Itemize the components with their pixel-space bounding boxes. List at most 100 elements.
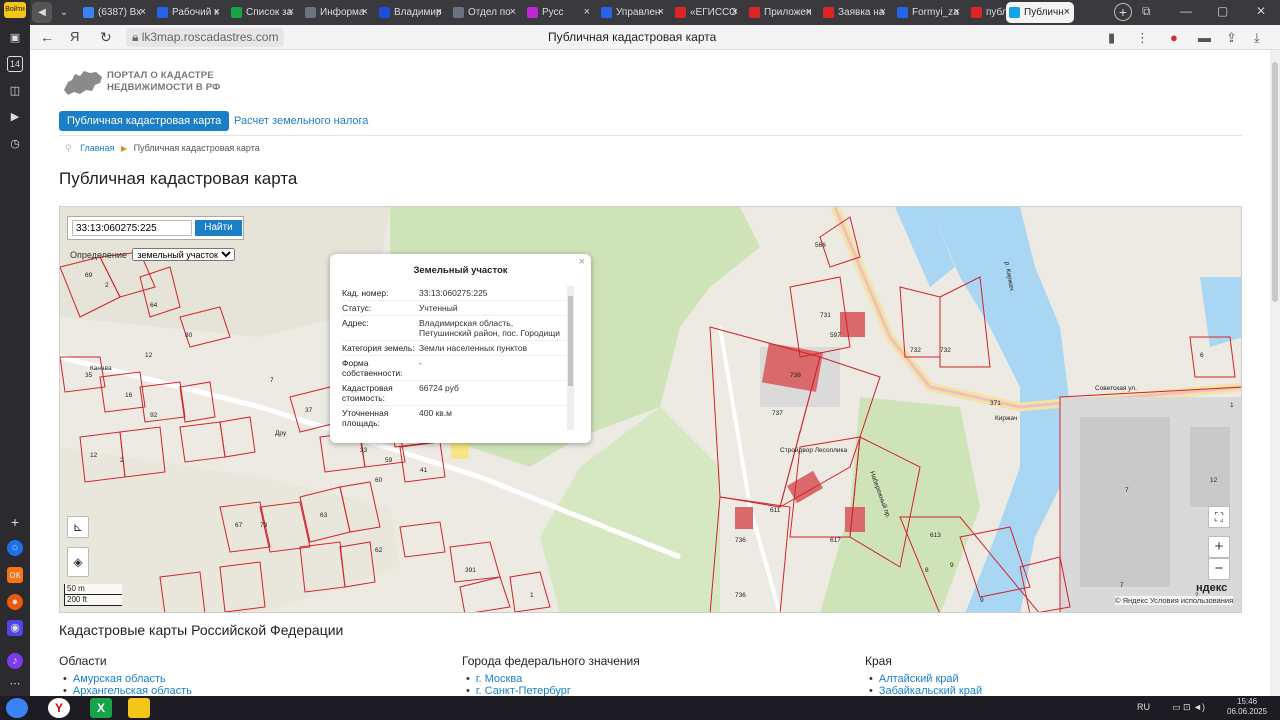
- tab-label: Formyi_za: [912, 7, 959, 18]
- menu-dots-icon[interactable]: ⋮: [1136, 30, 1149, 46]
- tab-7[interactable]: Управлен ×: [598, 2, 668, 23]
- music-icon[interactable]: ♪: [7, 653, 23, 669]
- close-tab-icon[interactable]: ×: [732, 2, 738, 23]
- layers-icon[interactable]: ◈: [67, 547, 89, 577]
- tab-8[interactable]: «ЕГИССО ×: [672, 2, 742, 23]
- alice-icon[interactable]: ○: [7, 540, 23, 556]
- calendar-icon[interactable]: 14: [7, 56, 23, 72]
- parcel-popup: Земельный участок × Кад. номер: 33:13:060…: [330, 254, 591, 443]
- definition-select[interactable]: земельный участок: [132, 248, 236, 261]
- extension-icon[interactable]: ●: [1170, 30, 1178, 45]
- close-tab-icon[interactable]: ×: [362, 2, 368, 23]
- close-tab-icon[interactable]: ×: [214, 2, 220, 23]
- firefox-icon[interactable]: ●: [7, 594, 23, 610]
- map-canvas[interactable]: 692 6480 1235 1692 122 737 3359 4160 67 7…: [60, 207, 1242, 613]
- page-scrollbar[interactable]: [1270, 50, 1280, 696]
- lang-indicator[interactable]: RU: [1137, 702, 1150, 712]
- close-tab-icon[interactable]: ×: [510, 2, 516, 23]
- address-bar: ← Я ↻ 🔒︎ lk3map.roscadastres.com Публичн…: [30, 25, 1280, 50]
- downloads-icon[interactable]: ▬: [1198, 30, 1211, 45]
- yandex-icon[interactable]: Я: [70, 29, 79, 44]
- tab-2[interactable]: Список за ×: [228, 2, 298, 23]
- list-item[interactable]: Забайкальский край: [869, 685, 982, 696]
- close-tab-icon[interactable]: ×: [288, 2, 294, 23]
- tab-9[interactable]: Приложен ×: [746, 2, 816, 23]
- ok-icon[interactable]: ок: [7, 567, 23, 583]
- tab-11[interactable]: Formyi_za ×: [894, 2, 964, 23]
- close-tab-icon[interactable]: ×: [1064, 2, 1070, 23]
- popup-close-icon[interactable]: ×: [579, 256, 585, 268]
- tab-10[interactable]: Заявка на ×: [820, 2, 890, 23]
- zoom-in-button[interactable]: +: [1208, 536, 1230, 558]
- share-icon[interactable]: ⇪: [1226, 30, 1237, 46]
- tray-icons[interactable]: ▭ ⊡ ◄): [1172, 702, 1205, 713]
- tab-6[interactable]: Русс ×: [524, 2, 594, 23]
- list-item[interactable]: г. Санкт-Петербург: [466, 685, 571, 696]
- tab-active[interactable]: Публичн ×: [1006, 2, 1074, 23]
- cadastral-number-input[interactable]: [72, 220, 192, 236]
- list-item[interactable]: Амурская область: [63, 673, 166, 685]
- pin-icon[interactable]: ⧉: [1142, 4, 1151, 19]
- svg-text:732: 732: [940, 347, 951, 354]
- download-icon[interactable]: ⤓: [1254, 30, 1260, 46]
- tab-list-icon[interactable]: ⌄: [56, 2, 72, 23]
- screenshot-icon[interactable]: ◫: [7, 83, 23, 99]
- close-tab-icon[interactable]: ×: [140, 2, 146, 23]
- nav-cadastral-map[interactable]: Публичная кадастровая карта: [59, 111, 230, 131]
- fullscreen-icon[interactable]: ⛶: [1208, 506, 1230, 528]
- zoom-out-button[interactable]: −: [1208, 558, 1230, 580]
- popup-scrollbar[interactable]: [567, 286, 574, 430]
- new-tab-button[interactable]: +: [1114, 3, 1132, 21]
- sound-tab-icon[interactable]: ◀: [32, 2, 52, 23]
- messenger-icon[interactable]: ◉: [7, 620, 23, 636]
- list-item[interactable]: Архангельская область: [63, 685, 192, 696]
- nav-land-tax[interactable]: Расчет земельного налога: [234, 111, 368, 131]
- close-tab-icon[interactable]: ×: [954, 2, 960, 23]
- start-icon[interactable]: [6, 698, 28, 718]
- popup-value: 33:13:060275:225: [419, 288, 488, 298]
- search-button[interactable]: Найти: [195, 220, 242, 236]
- back-icon[interactable]: ←: [40, 29, 54, 45]
- list-item[interactable]: г. Москва: [466, 673, 522, 685]
- russia-map-logo-icon[interactable]: [62, 68, 104, 98]
- list-item[interactable]: Алтайский край: [869, 673, 959, 685]
- clock[interactable]: 15:46 06.06.2025: [1227, 697, 1267, 717]
- yandex-browser-icon[interactable]: Y: [48, 698, 70, 718]
- tab-1[interactable]: Рабочий к ×: [154, 2, 224, 23]
- add-icon[interactable]: +: [7, 514, 23, 530]
- tab-3[interactable]: Информа ×: [302, 2, 372, 23]
- col-regions-heading: Области: [59, 654, 107, 668]
- map-copyright[interactable]: © Яндекс Условия использования: [1115, 596, 1234, 605]
- popup-row: Статус: Учтенный: [342, 301, 567, 316]
- more-icon[interactable]: ⋯: [7, 676, 23, 692]
- tab-5[interactable]: Отдел по ×: [450, 2, 520, 23]
- login-badge-icon[interactable]: Войти: [4, 2, 26, 18]
- tab-4[interactable]: Владимир ×: [376, 2, 446, 23]
- close-tab-icon[interactable]: ×: [436, 2, 442, 23]
- svg-text:Киржач: Киржач: [995, 415, 1017, 422]
- tab-0[interactable]: (6387) Вх ×: [80, 2, 150, 23]
- excel-icon[interactable]: X: [90, 698, 112, 718]
- svg-text:6: 6: [1200, 352, 1204, 359]
- reload-icon[interactable]: ↻: [100, 29, 112, 46]
- close-tab-icon[interactable]: ×: [806, 2, 812, 23]
- favicon-icon: [971, 7, 982, 18]
- close-tab-icon[interactable]: ×: [880, 2, 886, 23]
- close-window-icon[interactable]: ✕: [1256, 4, 1266, 18]
- history-icon[interactable]: ◷: [7, 136, 23, 152]
- cadastral-map[interactable]: 69 2 64 80 12 35 16 92 12 2 7 37 33 59 41 60 67 7…: [59, 206, 1242, 613]
- ruler-icon[interactable]: ⊾: [67, 516, 89, 538]
- pin-icon: ⚲: [65, 143, 72, 153]
- maximize-icon[interactable]: ▢: [1217, 4, 1228, 18]
- divider: [59, 135, 1242, 136]
- bookmark-icon[interactable]: ▮: [1108, 30, 1115, 46]
- video-icon[interactable]: ▶: [7, 109, 23, 125]
- close-tab-icon[interactable]: ×: [584, 2, 590, 23]
- svg-text:60: 60: [375, 477, 383, 484]
- minimize-icon[interactable]: —: [1180, 4, 1192, 18]
- breadcrumb-home[interactable]: Главная: [80, 143, 114, 153]
- explorer-icon[interactable]: [128, 698, 150, 718]
- close-tab-icon[interactable]: ×: [658, 2, 664, 23]
- collections-icon[interactable]: ▣: [7, 30, 23, 46]
- url-field[interactable]: 🔒︎ lk3map.roscadastres.com: [126, 28, 285, 47]
